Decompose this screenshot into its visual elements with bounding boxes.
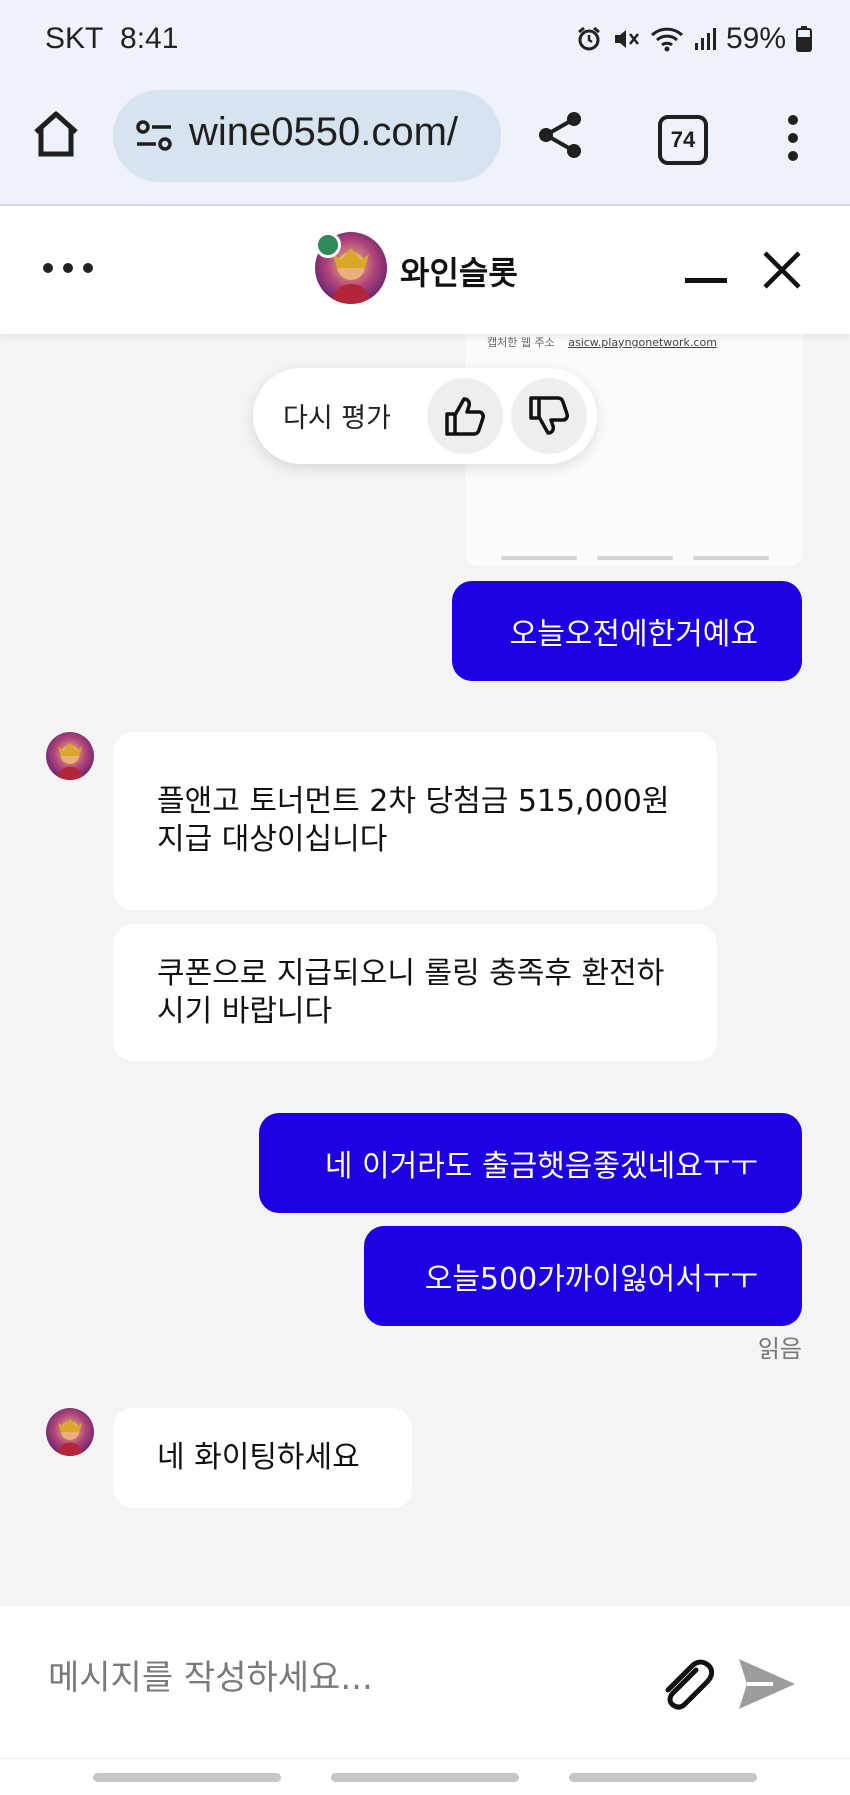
bot-message: 네 화이팅하세요 — [113, 1408, 412, 1508]
message-text: 오늘오전에한거예요 — [509, 617, 758, 652]
more-options-icon[interactable] — [42, 258, 94, 278]
battery-percent: 59% — [725, 22, 786, 55]
message-text: 네 이거라도 출금햇음좋겠네요ㅜㅜ — [324, 1149, 758, 1184]
url-bar[interactable]: wine0550.com/ — [113, 90, 501, 182]
read-receipt: 읽음 — [757, 1335, 802, 1363]
bot-message: 플앤고 토너먼트 2차 당첨금 515,000원 지급 대상이십니다 — [113, 732, 717, 910]
home-icon[interactable] — [30, 108, 82, 160]
browser-toolbar: wine0550.com/ 74 — [0, 82, 850, 206]
browser-menu-icon[interactable] — [778, 112, 808, 164]
thumbs-up-icon[interactable] — [427, 378, 503, 454]
image-pager — [501, 556, 769, 560]
status-right: 59% — [576, 22, 812, 56]
user-message: 오늘오전에한거예요 — [452, 581, 802, 681]
signal-icon — [694, 27, 716, 51]
status-left: SKT 8:41 — [45, 22, 178, 56]
rating-label: 다시 평가 — [283, 403, 391, 434]
user-message: 오늘500가까이잃어서ㅜㅜ — [364, 1226, 802, 1326]
send-icon[interactable] — [736, 1656, 798, 1712]
mute-icon — [612, 26, 640, 52]
rating-popup: 다시 평가 — [253, 368, 597, 464]
image-caption: 캡처한 웹 주소 asicw.playngonetwork.com — [487, 334, 717, 350]
bot-message: 쿠폰으로 지급되오니 롤링 충족후 환전하시기 바랍니다 — [113, 924, 717, 1061]
message-list[interactable]: 캡처한 웹 주소 asicw.playngonetwork.com 다시 평가 … — [0, 334, 850, 1606]
avatar — [46, 1408, 94, 1456]
nav-handle[interactable] — [93, 1773, 281, 1782]
carrier-label: SKT — [45, 22, 104, 55]
message-composer — [0, 1606, 850, 1758]
avatar — [46, 732, 94, 780]
message-text: 쿠폰으로 지급되오니 롤링 충족후 환전하시기 바랍니다 — [157, 955, 665, 1029]
alarm-icon — [576, 26, 602, 52]
message-text: 네 화이팅하세요 — [157, 1440, 360, 1475]
nav-handle[interactable] — [569, 1773, 757, 1782]
battery-icon — [796, 26, 812, 52]
message-text: 플앤고 토너먼트 2차 당첨금 515,000원 지급 대상이십니다 — [157, 784, 670, 857]
message-input[interactable] — [48, 1658, 608, 1698]
clock: 8:41 — [120, 22, 179, 55]
paperclip-icon[interactable] — [656, 1656, 716, 1716]
image-caption-url: asicw.playngonetwork.com — [568, 336, 717, 349]
nav-handle[interactable] — [331, 1773, 519, 1782]
user-message: 네 이거라도 출금햇음좋겠네요ㅜㅜ — [259, 1113, 802, 1213]
site-settings-icon[interactable] — [135, 118, 173, 154]
thumbs-down-icon[interactable] — [511, 378, 587, 454]
chat-header: 와인슬롯 — [0, 206, 850, 334]
url-text[interactable]: wine0550.com/ — [189, 110, 458, 155]
tab-switcher-button[interactable]: 74 — [658, 115, 708, 165]
online-status-dot — [315, 232, 341, 258]
share-icon[interactable] — [536, 110, 586, 160]
wifi-icon — [650, 26, 684, 52]
chat-title: 와인슬롯 — [400, 254, 518, 292]
message-text: 오늘500가까이잃어서ㅜㅜ — [424, 1262, 758, 1297]
close-icon[interactable] — [762, 250, 802, 290]
system-nav-bar — [0, 1758, 850, 1795]
image-caption-label: 캡처한 웹 주소 — [487, 336, 555, 349]
status-bar: SKT 8:41 59% — [0, 0, 850, 82]
minimize-icon[interactable] — [685, 278, 727, 283]
